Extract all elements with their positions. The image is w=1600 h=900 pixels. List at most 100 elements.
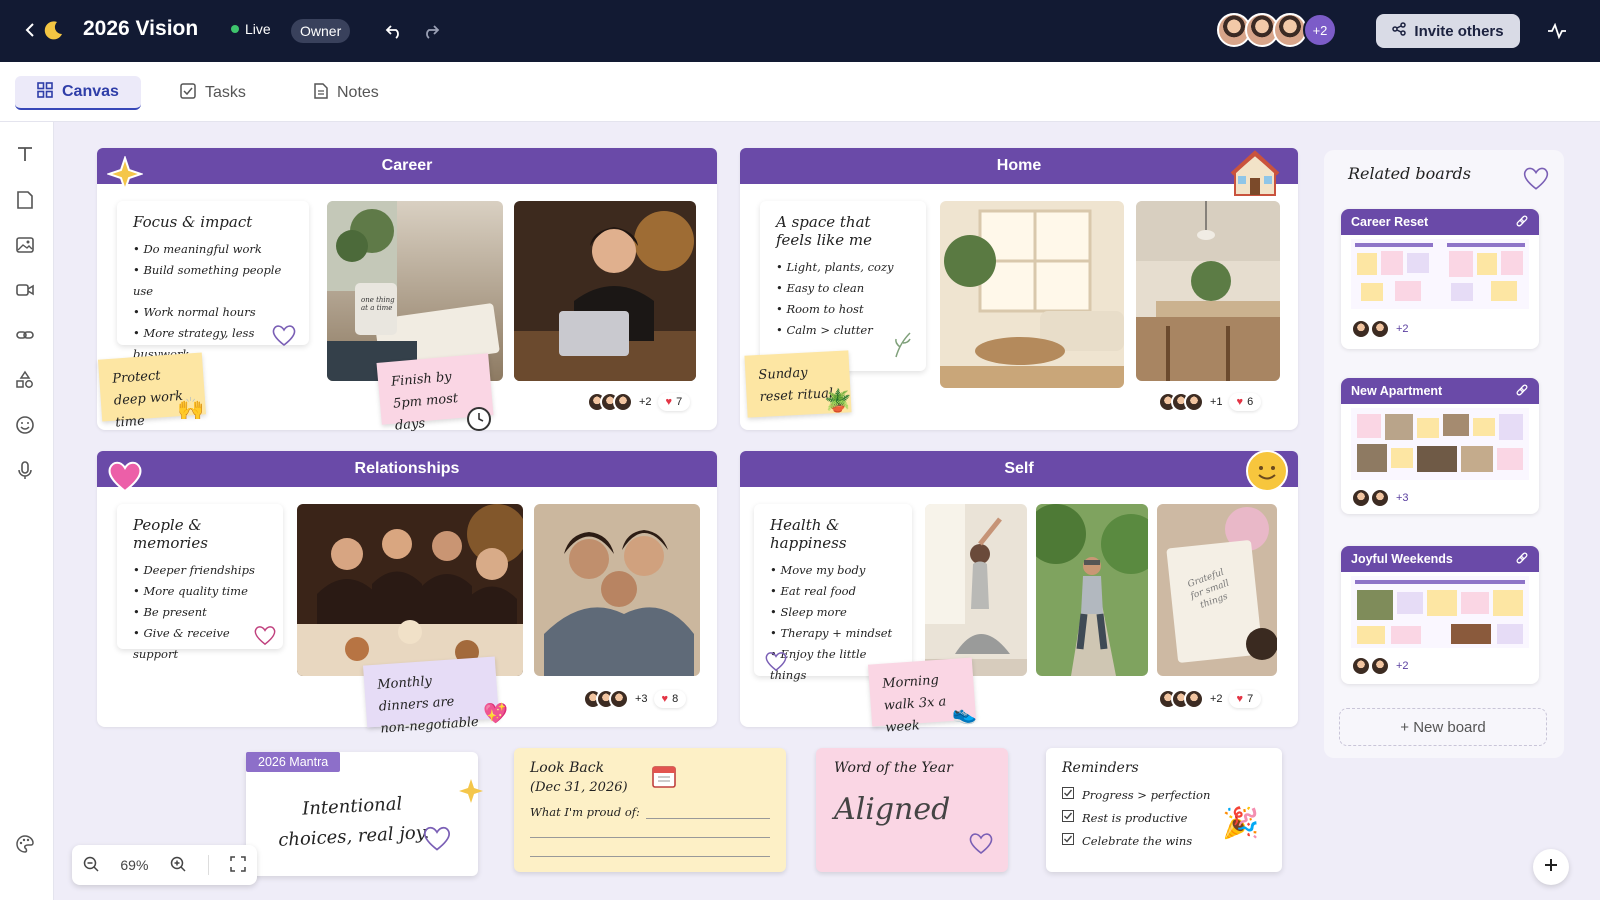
- new-board-button[interactable]: + New board: [1339, 708, 1547, 746]
- heart-outline-icon: [968, 830, 994, 861]
- live-dot: [231, 25, 239, 33]
- answer-line[interactable]: [645, 818, 770, 819]
- list-item: Be present: [133, 602, 267, 623]
- checked-box-icon[interactable]: [1062, 807, 1074, 830]
- palette-icon[interactable]: [15, 834, 39, 858]
- reminders-title: Reminders: [1062, 760, 1139, 776]
- list-item: Build something people use: [133, 260, 293, 302]
- emoji-icon[interactable]: [15, 415, 39, 439]
- zoom-controls: 69%: [72, 845, 257, 885]
- note-list: Light, plants, cozy Easy to clean Room t…: [776, 257, 910, 341]
- extra-members: +1: [1210, 396, 1223, 408]
- zoom-level[interactable]: 69%: [120, 857, 148, 873]
- avatar: [1351, 319, 1371, 339]
- collaborator-avatars[interactable]: +2: [1217, 13, 1337, 47]
- answer-line[interactable]: [530, 837, 770, 838]
- photo-living-room[interactable]: [940, 201, 1124, 388]
- photo-yoga[interactable]: [925, 504, 1027, 676]
- section-title: Relationships: [97, 451, 717, 487]
- redo-icon[interactable]: [420, 20, 442, 42]
- list-item: Do meaningful work: [133, 239, 293, 260]
- calendar-icon: [650, 762, 678, 795]
- member-avatars[interactable]: [1158, 392, 1204, 412]
- list-item: Move my body: [770, 560, 896, 581]
- word-of-year: Aligned: [834, 792, 951, 827]
- avatar[interactable]: [1273, 13, 1307, 47]
- heart-icon: ♥: [665, 396, 673, 408]
- related-board-card[interactable]: New Apartment +3: [1341, 378, 1539, 514]
- back-icon[interactable]: [20, 20, 40, 40]
- sticky-note[interactable]: Monthly dinners are non-negotiable: [362, 656, 500, 737]
- leaf-icon: [892, 329, 914, 364]
- related-board-card[interactable]: Joyful Weekends +2: [1341, 546, 1539, 684]
- more-collaborators[interactable]: +2: [1303, 13, 1337, 47]
- board-name: Joyful Weekends: [1351, 552, 1453, 566]
- note-card[interactable]: Focus & impact Do meaningful work Build …: [117, 201, 309, 361]
- heart-icon: ♥: [1236, 693, 1244, 705]
- mug-text: one thing at a time: [361, 296, 395, 312]
- lookback-card[interactable]: Look Back (Dec 31, 2026) What I'm proud …: [514, 748, 786, 872]
- tab-canvas[interactable]: Canvas: [15, 76, 141, 110]
- extra-members: +2: [1396, 323, 1409, 335]
- image-icon[interactable]: [15, 235, 39, 259]
- zoom-in-icon[interactable]: [170, 856, 186, 875]
- note-card[interactable]: A space that feels like me Light, plants…: [760, 201, 926, 371]
- member-avatars[interactable]: [587, 392, 633, 412]
- checked-box-icon[interactable]: [1062, 830, 1074, 853]
- tab-notes[interactable]: Notes: [292, 76, 401, 110]
- microphone-icon[interactable]: [15, 460, 39, 484]
- panel-title: Related boards: [1348, 164, 1471, 183]
- link-icon[interactable]: [15, 325, 39, 349]
- section-home[interactable]: Home A space that feels like me Light, p…: [740, 148, 1298, 430]
- photo-journal[interactable]: Grateful for small things: [1157, 504, 1277, 676]
- heart-outline-icon: [253, 624, 277, 651]
- note-card[interactable]: Health & happiness Move my body Eat real…: [754, 504, 912, 682]
- member-avatars[interactable]: [583, 689, 629, 709]
- note-title: A space that feels like me: [776, 213, 872, 249]
- photo-friends-dinner[interactable]: [297, 504, 523, 676]
- photo-kitchen[interactable]: [1136, 201, 1280, 381]
- tab-tasks[interactable]: Tasks: [158, 76, 268, 110]
- sparkle-sticker-icon: [105, 154, 145, 197]
- sticky-note-icon[interactable]: [15, 190, 39, 214]
- likes[interactable]: ♥ 7: [657, 393, 691, 411]
- add-button[interactable]: [1533, 849, 1569, 885]
- link-icon[interactable]: [1515, 551, 1529, 568]
- answer-line[interactable]: [530, 856, 770, 857]
- potted-plant-icon: 🪴: [824, 388, 852, 413]
- photo-friends-hug[interactable]: [534, 504, 700, 676]
- photo-woman-laptop[interactable]: [514, 201, 696, 381]
- mantra-card[interactable]: 2026 Mantra Intentional choices, real jo…: [246, 752, 483, 876]
- zoom-out-icon[interactable]: [83, 856, 99, 875]
- likes-count: 7: [676, 396, 683, 408]
- link-icon[interactable]: [1515, 383, 1529, 400]
- related-board-card[interactable]: Career Reset +2: [1341, 209, 1539, 349]
- likes[interactable]: ♥ 6: [1228, 393, 1262, 411]
- board-title[interactable]: 2026 Vision: [83, 17, 198, 41]
- link-icon[interactable]: [1515, 214, 1529, 231]
- document-icon: [314, 82, 328, 104]
- reminder-item[interactable]: Progress > perfection: [1062, 784, 1266, 807]
- likes[interactable]: ♥ 8: [653, 690, 687, 708]
- word-card[interactable]: Word of the Year Aligned: [816, 748, 1008, 872]
- member-avatars[interactable]: [1158, 689, 1204, 709]
- text-tool-icon[interactable]: [15, 144, 39, 168]
- list-item: Give & receive support: [133, 623, 267, 665]
- invite-button[interactable]: Invite others: [1376, 14, 1520, 48]
- note-card[interactable]: People & memories Deeper friendships Mor…: [117, 504, 283, 661]
- undo-icon[interactable]: [383, 20, 405, 42]
- likes[interactable]: ♥ 7: [1228, 690, 1262, 708]
- shapes-icon[interactable]: [15, 370, 39, 394]
- activity-icon[interactable]: [1545, 20, 1569, 42]
- section-self[interactable]: Self Health & happiness Move my body Eat…: [740, 450, 1298, 736]
- section-career[interactable]: Career Focus & impact Do meaningful work…: [97, 148, 717, 434]
- star-icon: [458, 778, 484, 809]
- reminders-card[interactable]: Reminders Progress > perfection Rest is …: [1046, 748, 1282, 872]
- section-relationships[interactable]: Relationships People & memories Deeper f…: [97, 451, 717, 737]
- photo-walk[interactable]: [1036, 504, 1148, 676]
- video-icon[interactable]: [15, 280, 39, 304]
- section-title: Home: [740, 148, 1298, 184]
- board-members: +3: [1341, 484, 1539, 512]
- checked-box-icon[interactable]: [1062, 784, 1074, 807]
- fullscreen-icon[interactable]: [230, 855, 246, 875]
